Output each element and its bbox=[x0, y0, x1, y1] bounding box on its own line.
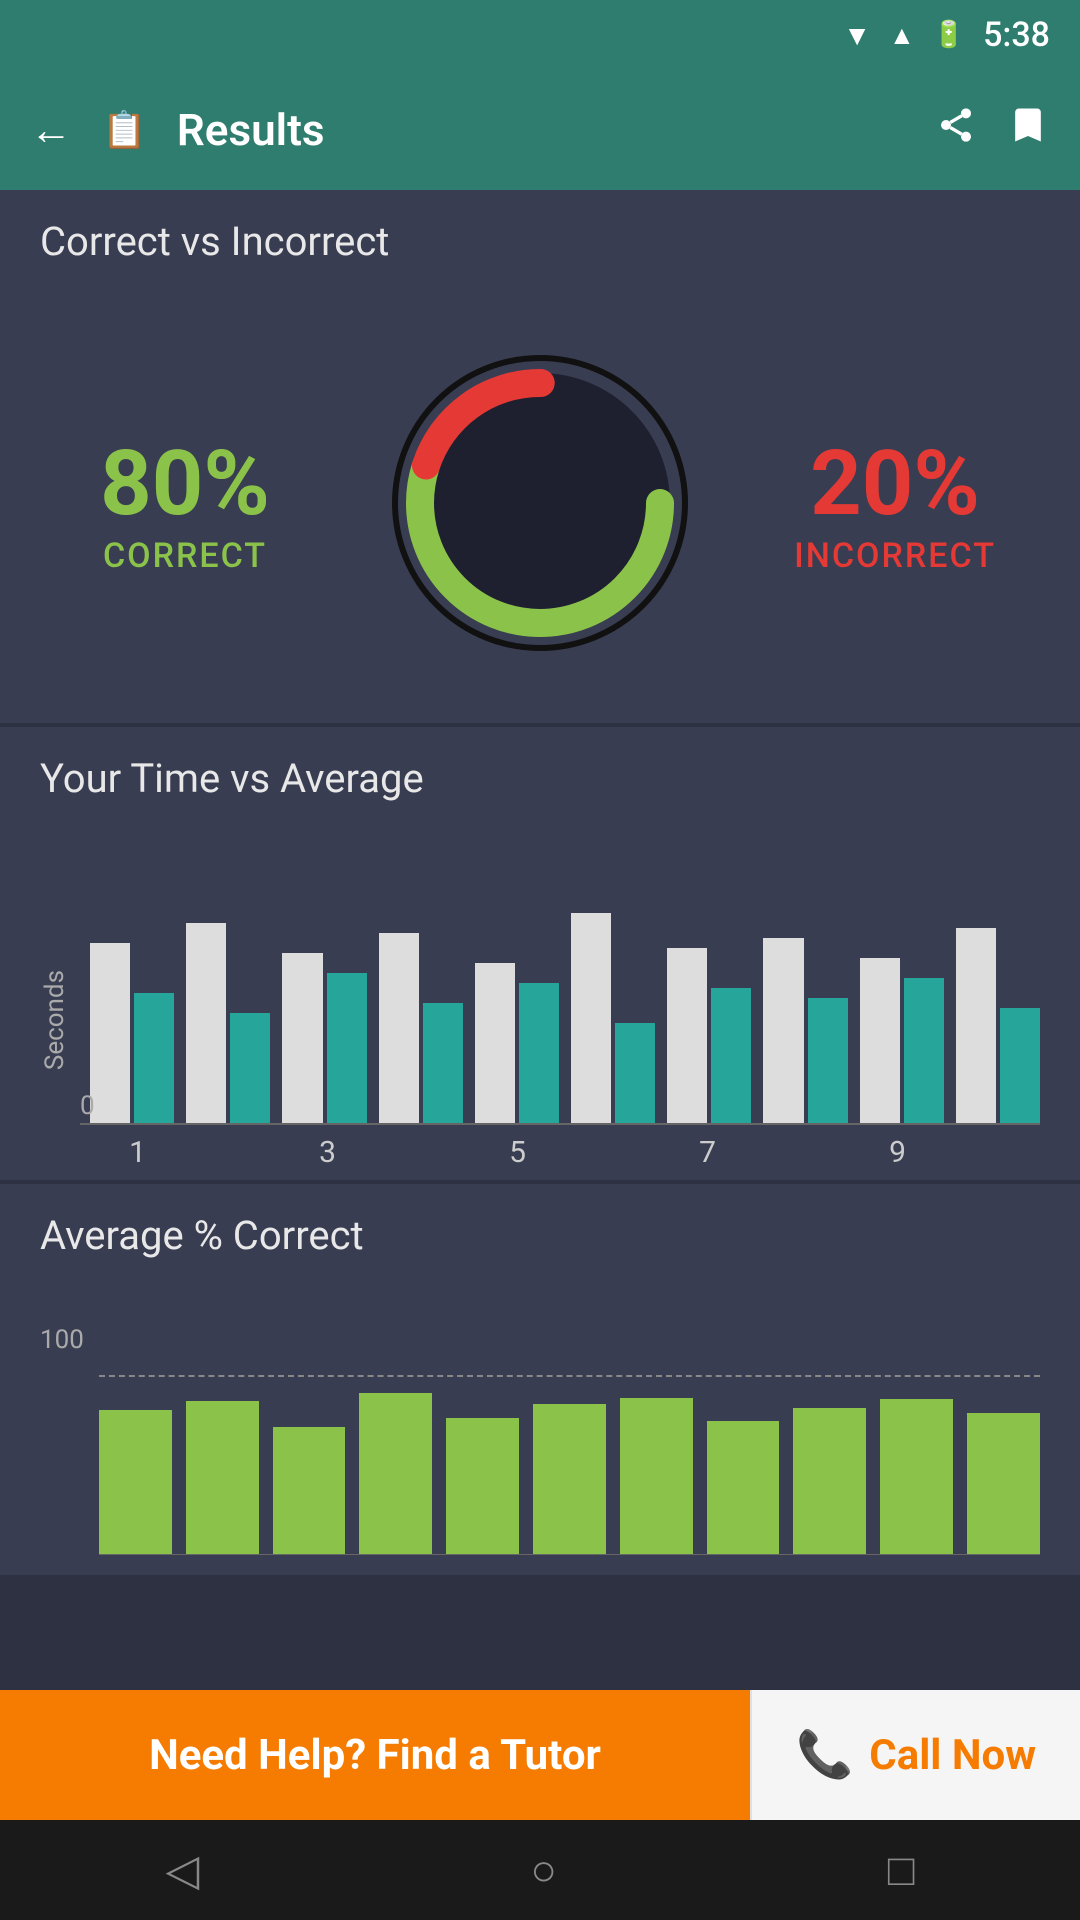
nav-back-button[interactable]: ◁ bbox=[166, 1844, 200, 1896]
bar-group bbox=[763, 938, 847, 1123]
bar-white bbox=[956, 928, 996, 1123]
bar-white bbox=[282, 953, 322, 1123]
bar-white bbox=[379, 933, 419, 1123]
app-bar: ← 📋 Results bbox=[0, 70, 1080, 190]
donut-section: 80% CORRECT 20% INCORRECT bbox=[0, 293, 1080, 723]
time-section-header: Your Time vs Average bbox=[0, 727, 1080, 830]
x-axis-label bbox=[565, 1135, 660, 1170]
avg-bar bbox=[533, 1404, 606, 1554]
time-chart-section: Seconds 0 1 3 5 7 9 bbox=[0, 830, 1080, 1180]
bars-container bbox=[80, 885, 1040, 1125]
nav-recent-button[interactable]: □ bbox=[888, 1844, 915, 1896]
incorrect-stat: 20% INCORRECT bbox=[710, 431, 1080, 576]
avg-header-text: Average % Correct bbox=[40, 1212, 1040, 1259]
x-axis-label bbox=[945, 1135, 1040, 1170]
correct-label: CORRECT bbox=[0, 536, 370, 576]
avg-chart-area: 100 bbox=[40, 1325, 1040, 1555]
nav-bar: ◁ ○ □ bbox=[0, 1820, 1080, 1920]
donut-chart bbox=[370, 333, 710, 673]
bar-white bbox=[571, 913, 611, 1123]
status-bar: ▼ ▲ 🔋 5:38 bbox=[0, 0, 1080, 70]
correct-percent: 80% bbox=[0, 431, 370, 536]
x-axis-label: 1 bbox=[90, 1135, 185, 1170]
bar-teal bbox=[615, 1023, 655, 1123]
x-axis-label: 5 bbox=[470, 1135, 565, 1170]
page-title: Results bbox=[177, 104, 906, 156]
bar-white bbox=[90, 943, 130, 1123]
status-time: 5:38 bbox=[983, 15, 1050, 55]
find-tutor-text: Need Help? Find a Tutor bbox=[149, 1731, 601, 1780]
x-axis-label bbox=[375, 1135, 470, 1170]
correct-stat: 80% CORRECT bbox=[0, 431, 370, 576]
find-tutor-button[interactable]: Need Help? Find a Tutor bbox=[0, 1690, 750, 1820]
bar-white bbox=[667, 948, 707, 1123]
nav-home-button[interactable]: ○ bbox=[530, 1844, 557, 1896]
bar-group bbox=[475, 963, 559, 1123]
bottom-banner: Need Help? Find a Tutor 📞 Call Now bbox=[0, 1690, 1080, 1820]
call-now-text: Call Now bbox=[869, 1731, 1036, 1780]
bar-group bbox=[956, 928, 1040, 1123]
avg-dashed-line bbox=[99, 1375, 1040, 1377]
bar-group bbox=[379, 933, 463, 1123]
bar-teal bbox=[808, 998, 848, 1123]
share-icon[interactable] bbox=[936, 105, 976, 155]
bar-white bbox=[763, 938, 803, 1123]
signal-icon: ▲ bbox=[889, 20, 915, 51]
avg-bar bbox=[793, 1408, 866, 1554]
chart-inner: 0 1 3 5 7 9 bbox=[80, 870, 1040, 1170]
bar-group bbox=[90, 943, 174, 1123]
call-now-button[interactable]: 📞 Call Now bbox=[750, 1690, 1080, 1820]
bar-group bbox=[282, 953, 366, 1123]
x-axis-label bbox=[755, 1135, 850, 1170]
bar-white bbox=[475, 963, 515, 1123]
avg-bars bbox=[99, 1375, 1040, 1555]
x-axis-label: 3 bbox=[280, 1135, 375, 1170]
bar-teal bbox=[1000, 1008, 1040, 1123]
time-header-text: Your Time vs Average bbox=[40, 755, 1040, 802]
avg-y-label: 100 bbox=[40, 1325, 84, 1355]
wifi-icon: ▼ bbox=[843, 19, 871, 52]
bar-group bbox=[571, 913, 655, 1123]
avg-bar bbox=[186, 1401, 259, 1554]
x-axis: 1 3 5 7 9 bbox=[80, 1135, 1040, 1170]
bar-group bbox=[186, 923, 270, 1123]
bar-teal bbox=[904, 978, 944, 1123]
incorrect-label: INCORRECT bbox=[710, 536, 1080, 576]
bar-teal bbox=[423, 1003, 463, 1123]
time-chart-area: Seconds 0 1 3 5 7 9 bbox=[40, 870, 1040, 1170]
y-axis-label: Seconds bbox=[40, 970, 70, 1070]
avg-bar bbox=[880, 1399, 953, 1554]
battery-icon: 🔋 bbox=[933, 20, 965, 50]
back-button[interactable]: ← bbox=[30, 106, 72, 155]
bar-white bbox=[186, 923, 226, 1123]
bar-group bbox=[667, 948, 751, 1123]
avg-bar bbox=[967, 1413, 1040, 1554]
bar-group bbox=[860, 958, 944, 1123]
bar-teal bbox=[519, 983, 559, 1123]
x-axis-label: 9 bbox=[850, 1135, 945, 1170]
avg-bar bbox=[707, 1421, 780, 1554]
bookmark-icon[interactable] bbox=[1006, 103, 1050, 157]
avg-bar bbox=[99, 1410, 172, 1555]
x-axis-label: 7 bbox=[660, 1135, 755, 1170]
bar-teal bbox=[711, 988, 751, 1123]
avg-bar bbox=[446, 1418, 519, 1554]
doc-icon: 📋 bbox=[102, 109, 147, 151]
bar-teal bbox=[230, 1013, 270, 1123]
y-zero: 0 bbox=[80, 1091, 95, 1121]
x-axis-label bbox=[185, 1135, 280, 1170]
avg-section-header: Average % Correct bbox=[0, 1184, 1080, 1287]
bar-teal bbox=[134, 993, 174, 1123]
avg-bar bbox=[273, 1427, 346, 1555]
incorrect-percent: 20% bbox=[710, 431, 1080, 536]
donut-header-text: Correct vs Incorrect bbox=[40, 218, 1040, 265]
donut-section-header: Correct vs Incorrect bbox=[0, 190, 1080, 293]
avg-bar bbox=[359, 1393, 432, 1555]
bar-teal bbox=[327, 973, 367, 1123]
bar-white bbox=[860, 958, 900, 1123]
avg-bar bbox=[620, 1398, 693, 1554]
avg-section: 100 bbox=[0, 1287, 1080, 1575]
phone-icon: 📞 bbox=[796, 1728, 853, 1782]
